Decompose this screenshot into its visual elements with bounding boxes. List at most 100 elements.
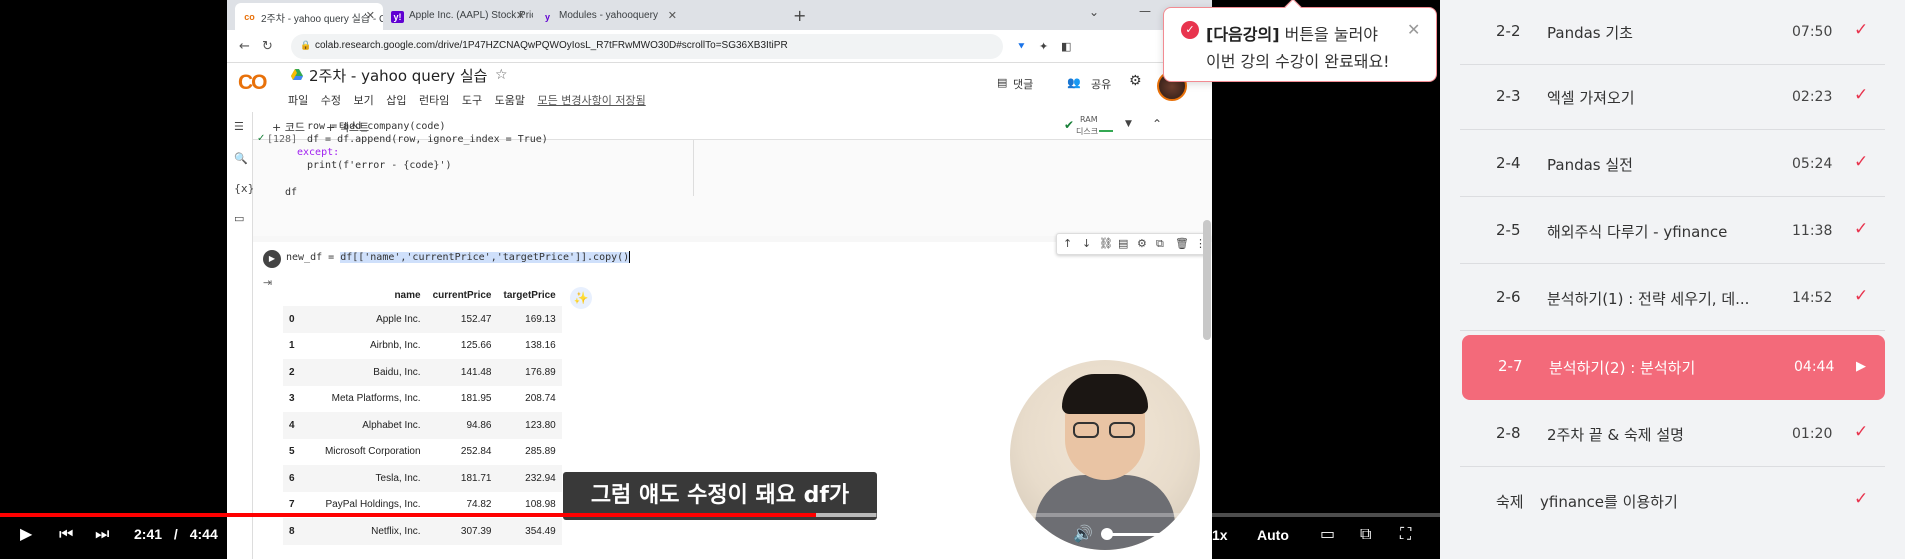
minimize-icon[interactable]: — <box>1139 4 1151 18</box>
share-button[interactable]: 공유 <box>1091 76 1111 92</box>
close-tab-icon[interactable]: ✕ <box>366 9 375 22</box>
back-icon[interactable]: ← <box>239 39 250 54</box>
ram-label[interactable]: RAM <box>1080 115 1098 124</box>
close-icon[interactable]: ✕ <box>1407 20 1420 39</box>
lesson-title: yfinance를 이용하기 <box>1540 493 1678 511</box>
menu-insert[interactable]: 삽입 <box>386 94 406 107</box>
comment-icon[interactable]: ▤ <box>997 76 1007 89</box>
resource-meter[interactable] <box>1099 118 1113 132</box>
mirror-cell-icon[interactable]: ⧉ <box>1156 237 1164 251</box>
url-field[interactable]: 🔒 colab.research.google.com/drive/1P47HZ… <box>291 34 1003 59</box>
toast-text: 버튼을 눌러야 <box>1279 25 1379 44</box>
checkmark-icon: ✓ <box>1854 422 1869 442</box>
run-cell-icon[interactable]: ▶ <box>263 250 281 268</box>
link-icon[interactable]: ⛓ <box>1099 237 1113 250</box>
menu-file[interactable]: 파일 <box>288 94 308 107</box>
scrollbar[interactable] <box>1203 220 1211 340</box>
lesson-item[interactable]: 2-6 분석하기(1) : 전략 세우기, 데... 14:52 ✓ <box>1460 266 1885 331</box>
comment-cell-icon[interactable]: ▤ <box>1118 237 1128 250</box>
lesson-item[interactable]: 2-8 2주차 끝 & 숙제 설명 01:20 ✓ <box>1460 402 1885 467</box>
lesson-item[interactable]: 2-4 Pandas 실전 05:24 ✓ <box>1460 132 1885 197</box>
gear-icon[interactable]: ⚙ <box>1129 73 1142 89</box>
menu-view[interactable]: 보기 <box>354 94 374 107</box>
next-icon[interactable]: ⏭ <box>95 524 109 544</box>
fullscreen-icon[interactable]: ⛶ <box>1400 524 1411 544</box>
next-lesson-toast: ✓ [다음강의] 버튼을 눌러야 이번 강의 수강이 완료돼요! ✕ <box>1163 0 1437 82</box>
lesson-title: 분석하기(2) : 분석하기 <box>1549 359 1696 377</box>
table-row: 8 Netflix, Inc. 307.39 354.49 <box>283 518 562 545</box>
output-icon[interactable]: ⇥ <box>263 276 272 289</box>
lesson-item[interactable]: 2-2 Pandas 기초 07:50 ✓ <box>1460 0 1885 65</box>
dataframe-table: name currentPrice targetPrice 0 Apple Inc… <box>283 284 562 545</box>
lesson-number: 2-5 <box>1496 221 1521 239</box>
lesson-item[interactable]: 2-5 해외주식 다루기 - yfinance 11:38 ✓ <box>1460 199 1885 264</box>
saved-status[interactable]: 모든 변경사항이 저장됨 <box>538 94 646 107</box>
delete-icon[interactable]: 🗑 <box>1175 237 1189 250</box>
move-up-icon[interactable]: ↑ <box>1063 237 1072 250</box>
exec-count: [128] <box>267 134 298 145</box>
menu-runtime[interactable]: 런타임 <box>419 94 449 107</box>
table-row: 6 Tesla, Inc. 181.71 232.94 <box>283 465 562 492</box>
lesson-duration: 02:23 <box>1792 89 1833 105</box>
new-tab-icon[interactable]: + <box>793 6 806 25</box>
add-code-button[interactable]: + 코드 <box>272 119 305 135</box>
menu-edit[interactable]: 수정 <box>321 94 341 107</box>
sidepanel-icon[interactable]: ◧ <box>1061 40 1071 53</box>
volume-knob[interactable] <box>1101 528 1113 540</box>
cell-settings-icon[interactable]: ⚙ <box>1137 237 1147 250</box>
runtime-dropdown-icon[interactable]: ▼ <box>1125 119 1132 129</box>
volume-slider[interactable] <box>1103 533 1190 536</box>
code-cell-previous[interactable]: ✓ [128] row = add_company(code) df = df.… <box>253 121 1212 236</box>
comment-button[interactable]: 댓글 <box>1013 76 1033 92</box>
lesson-item[interactable]: 2-3 엑셀 가져오기 02:23 ✓ <box>1460 65 1885 130</box>
play-icon[interactable]: ▶ <box>20 524 32 544</box>
menu-tools[interactable]: 도구 <box>462 94 482 107</box>
search-icon[interactable]: 🔍 <box>234 152 248 165</box>
lesson-duration: 11:38 <box>1792 223 1833 239</box>
video-player[interactable]: co 2주차 - yahoo query 실습 - Co ✕ y! Apple … <box>0 0 1440 559</box>
pip-icon[interactable]: ⧉ <box>1360 524 1371 544</box>
lesson-item[interactable]: 숙제 yfinance를 이용하기 ✓ <box>1460 469 1885 534</box>
toc-icon[interactable]: ☰ <box>234 120 244 133</box>
share-icon[interactable]: 👥 <box>1067 76 1081 89</box>
colab-logo[interactable]: CO <box>238 71 267 95</box>
browser-tab-colab[interactable]: co 2주차 - yahoo query 실습 - Co ✕ <box>235 3 383 30</box>
logo-text: CO <box>238 71 267 94</box>
reload-icon[interactable]: ↻ <box>262 39 273 54</box>
browser-tab-yahoo-apple[interactable]: y! Apple Inc. (AAPL) Stock Price, N ✕ <box>383 3 533 30</box>
volume-icon[interactable]: 🔊 <box>1073 524 1093 544</box>
magic-wand-icon[interactable]: ✨ <box>570 287 592 309</box>
table-header-row: name currentPrice targetPrice <box>283 284 562 306</box>
code-line-active[interactable]: new_df = df[['name','currentPrice','targ… <box>286 251 631 263</box>
instructor-webcam <box>1010 360 1200 550</box>
code-line: print(f'error - {code}') <box>307 160 452 171</box>
row-index: 5 <box>289 446 295 458</box>
move-down-icon[interactable]: ↓ <box>1082 237 1091 250</box>
column-header-targetprice: targetPrice <box>503 289 556 301</box>
menu-help[interactable]: 도움말 <box>495 94 525 107</box>
browser-tab-yahooquery[interactable]: y Modules - yahooquery ✕ <box>533 3 685 30</box>
close-tab-icon[interactable]: ✕ <box>668 9 677 22</box>
speed-button[interactable]: 1x <box>1212 527 1228 543</box>
subtitles-icon[interactable]: ▭ <box>1320 524 1335 544</box>
quality-button[interactable]: Auto <box>1257 527 1289 543</box>
variables-icon[interactable]: {x} <box>234 182 255 195</box>
cell-name: Baidu, Inc. <box>300 359 427 386</box>
collapse-icon[interactable]: ⌃ <box>1152 117 1162 131</box>
chevron-down-icon[interactable]: ⌄ <box>1089 5 1099 19</box>
star-icon[interactable]: ☆ <box>495 67 508 83</box>
video-progress-bar[interactable] <box>0 513 1440 517</box>
lesson-number: 2-8 <box>1496 424 1521 442</box>
notebook-title[interactable]: 2주차 - yahoo query 실습 <box>309 65 487 86</box>
close-tab-icon[interactable]: ✕ <box>516 9 525 22</box>
disk-label[interactable]: 디스크 <box>1076 126 1098 137</box>
puzzle-icon[interactable]: ✦ <box>1039 40 1048 53</box>
yahoo-icon: y <box>544 12 550 22</box>
folder-icon[interactable]: ▭ <box>234 212 244 225</box>
extension-icon[interactable]: ⯆ <box>1017 40 1026 54</box>
previous-icon[interactable]: ⏮ <box>59 524 73 544</box>
cell-current-price: 181.71 <box>426 465 498 492</box>
column-guide <box>693 140 694 196</box>
cell-target-price: 123.80 <box>497 412 562 439</box>
lesson-item-active[interactable]: 2-7 분석하기(2) : 분석하기 04:44 ▶ <box>1462 335 1885 400</box>
